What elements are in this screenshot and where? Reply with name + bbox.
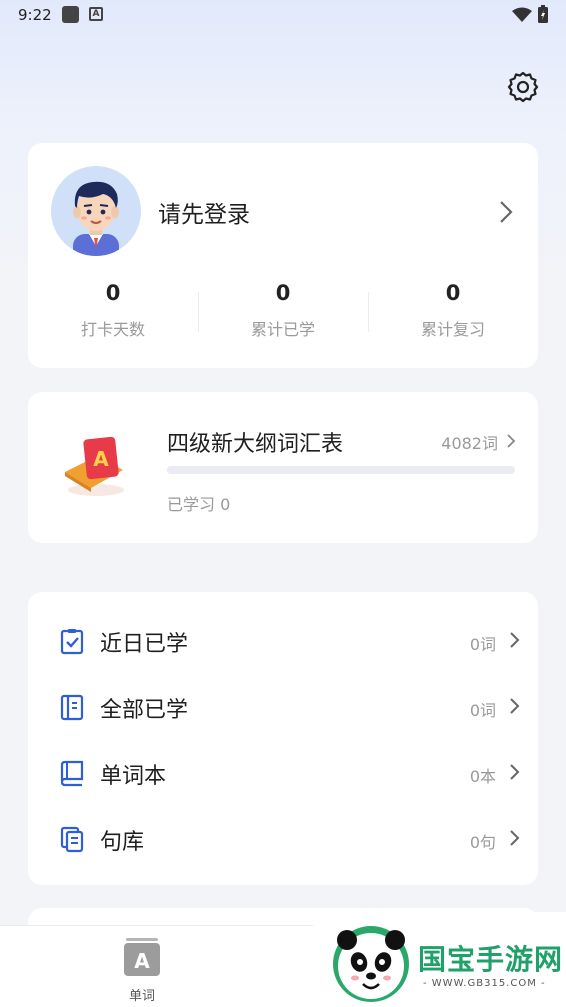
- chevron-right-icon[interactable]: [505, 433, 517, 449]
- avatar[interactable]: [51, 166, 141, 256]
- settings-gear-icon[interactable]: [506, 70, 540, 104]
- chevron-right-icon[interactable]: [498, 200, 514, 224]
- panda-logo-icon: [333, 926, 409, 1002]
- avatar-illustration: [73, 181, 119, 256]
- book-icon: [60, 760, 84, 787]
- chevron-right-icon: [510, 632, 520, 648]
- wordbook-title: 四级新大纲词汇表: [167, 432, 344, 457]
- menu-value: 0本: [469, 767, 496, 786]
- wordbook-learned-count: 已学习 0: [167, 495, 231, 514]
- checklist-icon: [60, 629, 84, 655]
- stat-value: 0: [275, 281, 291, 305]
- svg-text:A: A: [134, 949, 150, 973]
- stat-label: 累计复习: [420, 320, 485, 339]
- wordbook-cover-icon: A: [65, 436, 124, 496]
- menu-item-recent-learned[interactable]: 近日已学 0词: [28, 607, 538, 673]
- menu-value: 0句: [469, 833, 496, 852]
- status-time: 9:22: [18, 6, 52, 24]
- watermark-url: - WWW.GB315.COM -: [423, 978, 546, 989]
- wordbook-progress-bar: [167, 466, 515, 474]
- login-prompt[interactable]: 请先登录: [158, 195, 250, 229]
- menu-label: 全部已学: [100, 698, 189, 723]
- watermark: 国宝手游网 - WWW.GB315.COM -: [313, 912, 566, 1006]
- chevron-right-icon: [510, 764, 520, 780]
- watermark-text: 国宝手游网: [418, 943, 564, 976]
- menu-card: 近日已学 0词 全部已学 0词 单词本 0本 句库 0句: [28, 592, 538, 885]
- svg-text:A: A: [93, 447, 109, 471]
- stat-total-learned: 0 累计已学: [198, 278, 368, 340]
- menu-label: 单词本: [100, 764, 167, 789]
- words-tab-icon: A: [124, 938, 160, 976]
- menu-label: 句库: [100, 830, 145, 855]
- stat-label: 累计已学: [250, 320, 315, 339]
- stat-label: 打卡天数: [80, 320, 145, 339]
- stat-checkin-days: 0 打卡天数: [28, 278, 198, 340]
- chevron-right-icon: [510, 830, 520, 846]
- stats-row: 0 打卡天数 0 累计已学 0 累计复习: [28, 278, 538, 348]
- notebook-icon: [60, 694, 84, 721]
- battery-icon: [538, 5, 548, 23]
- tab-label: 单词: [128, 989, 155, 1004]
- menu-value: 0词: [469, 701, 496, 720]
- chevron-right-icon: [510, 698, 520, 714]
- menu-item-sentence-library[interactable]: 句库 0句: [28, 805, 538, 871]
- stat-total-reviewed: 0 累计复习: [368, 278, 538, 340]
- app-notification-icon: A: [89, 7, 103, 21]
- notification-icon: [62, 6, 79, 23]
- documents-icon: [60, 826, 84, 853]
- wordbook-word-count: 4082词: [441, 434, 498, 453]
- menu-item-vocab-book[interactable]: 单词本 0本: [28, 739, 538, 805]
- tab-words[interactable]: A 单词: [108, 934, 176, 1004]
- stat-value: 0: [105, 281, 121, 305]
- wordbook-card[interactable]: A 四级新大纲词汇表 4082词 已学习 0: [28, 392, 538, 543]
- menu-label: 近日已学: [100, 632, 189, 657]
- menu-item-all-learned[interactable]: 全部已学 0词: [28, 673, 538, 739]
- wifi-icon: [512, 7, 532, 22]
- status-bar: 9:22 A: [0, 0, 566, 30]
- profile-card: 请先登录 0 打卡天数 0 累计已学 0 累计复习: [28, 143, 538, 368]
- menu-value: 0词: [469, 635, 496, 654]
- stat-value: 0: [445, 281, 461, 305]
